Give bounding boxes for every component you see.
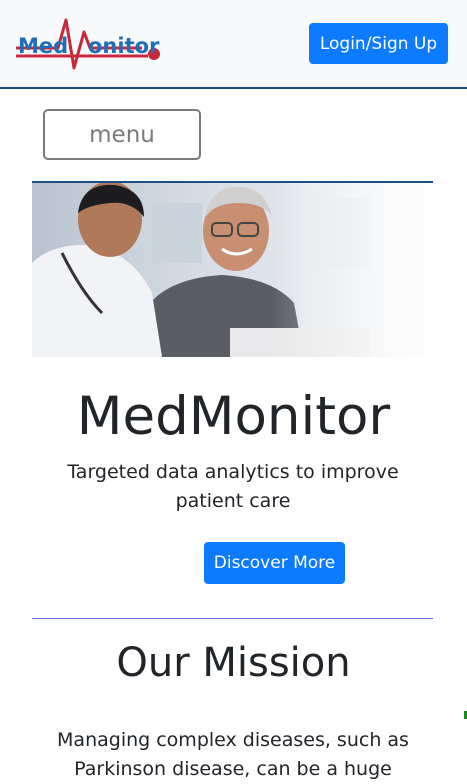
top-navbar: Med onitor Login/Sign Up [0, 0, 467, 89]
mission-text: Managing complex diseases, such as Parki… [57, 729, 409, 780]
site-title: MedMonitor [76, 386, 391, 447]
menu-button[interactable]: menu [43, 109, 201, 160]
section-divider [32, 618, 433, 619]
logo-text-med: Med [18, 34, 69, 58]
logo-text-monitor: onitor [88, 34, 160, 58]
discover-more-button[interactable]: Discover More [204, 542, 345, 584]
mission-title: Our Mission [116, 640, 351, 686]
tagline: Targeted data analytics to improve patie… [67, 461, 399, 512]
hero-image [32, 183, 433, 357]
login-signup-button[interactable]: Login/Sign Up [309, 23, 448, 64]
medmonitor-logo[interactable]: Med onitor [14, 12, 164, 74]
doctor-patient-photo-icon [32, 183, 433, 357]
